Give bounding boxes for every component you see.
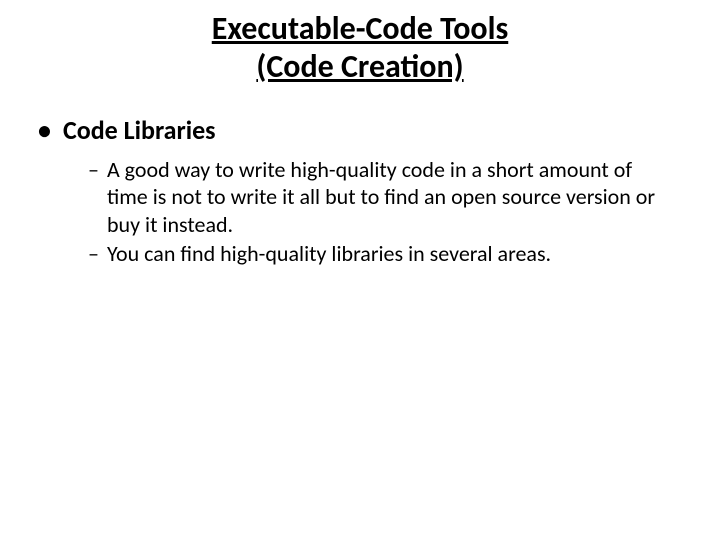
bullet-level2: – A good way to write high-quality code … — [88, 156, 690, 239]
slide-content: • Code Libraries – A good way to write h… — [0, 115, 720, 268]
title-line-1: Executable-Code Tools — [212, 9, 509, 48]
dash-icon: – — [88, 240, 99, 268]
dash-icon: – — [88, 156, 99, 239]
bullet-icon: • — [38, 115, 51, 146]
bullet-level2: – You can find high-quality libraries in… — [88, 240, 690, 268]
title-line-2: (Code Creation) — [256, 47, 463, 86]
level2-text: You can find high-quality libraries in s… — [107, 240, 551, 268]
level2-text: A good way to write high-quality code in… — [107, 156, 660, 239]
slide-title: Executable-Code Tools (Code Creation) — [0, 10, 720, 87]
bullet-level1: • Code Libraries — [30, 115, 690, 146]
level1-text: Code Libraries — [63, 115, 216, 146]
